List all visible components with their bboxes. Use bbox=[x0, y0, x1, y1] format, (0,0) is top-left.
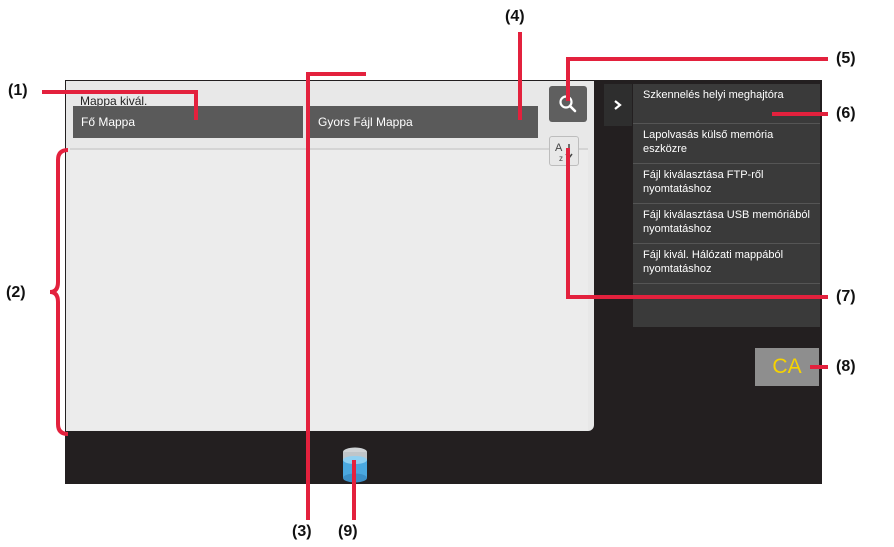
callout-label-4: (4) bbox=[505, 8, 525, 25]
callout-line-7 bbox=[566, 295, 828, 299]
sort-az-icon: A z bbox=[555, 142, 573, 163]
svg-text:A: A bbox=[555, 142, 563, 154]
callout-line-4 bbox=[518, 32, 522, 120]
sidebar-toggle-button[interactable] bbox=[604, 84, 632, 126]
callout-label-3: (3) bbox=[292, 523, 312, 540]
sort-button[interactable]: A z bbox=[549, 136, 579, 166]
sidebar-item-print-from-network[interactable]: Fájl kivál. Hálózati mappából nyomtatásh… bbox=[633, 244, 820, 284]
callout-line-9 bbox=[352, 460, 356, 520]
callout-label-7: (7) bbox=[836, 288, 856, 305]
sidebar-item-scan-external-memory[interactable]: Lapolvasás külső memória eszközre bbox=[633, 124, 820, 164]
sidebar-item-print-from-usb[interactable]: Fájl kiválasztása USB memóriából nyomtat… bbox=[633, 204, 820, 244]
tab-main-folder[interactable]: Fő Mappa bbox=[73, 106, 303, 138]
file-list-area[interactable] bbox=[70, 148, 588, 430]
callout-line-6 bbox=[772, 112, 828, 116]
callout-line-1-drop bbox=[194, 90, 198, 120]
callout-bracket-2 bbox=[49, 148, 69, 436]
callout-label-5: (5) bbox=[836, 50, 856, 67]
callout-label-1: (1) bbox=[8, 82, 28, 99]
chevron-right-icon bbox=[614, 100, 622, 110]
callout-line-3 bbox=[306, 72, 310, 520]
svg-text:z: z bbox=[559, 154, 563, 163]
callout-line-5-drop bbox=[566, 57, 570, 101]
tab-quick-file-folder[interactable]: Gyors Fájl Mappa bbox=[310, 106, 538, 138]
callout-label-2: (2) bbox=[6, 284, 26, 301]
callout-label-9: (9) bbox=[338, 523, 358, 540]
callout-line-8 bbox=[810, 365, 828, 369]
sidebar-item-scan-local-drive[interactable]: Szkennelés helyi meghajtóra bbox=[633, 84, 820, 124]
callout-label-8: (8) bbox=[836, 358, 856, 375]
callout-line-1 bbox=[42, 90, 198, 94]
callout-line-3-top bbox=[306, 72, 366, 76]
callout-line-7-vertical bbox=[566, 148, 570, 299]
callout-line-5 bbox=[566, 57, 828, 61]
sidebar-item-print-from-ftp[interactable]: Fájl kiválasztása FTP-ről nyomtatáshoz bbox=[633, 164, 820, 204]
callout-label-6: (6) bbox=[836, 105, 856, 122]
